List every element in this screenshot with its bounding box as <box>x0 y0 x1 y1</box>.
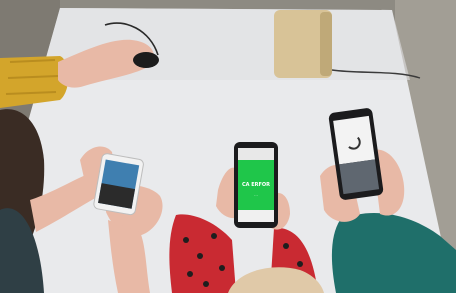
green-phone-topbar <box>238 148 274 160</box>
green-phone: CA ERFOR ... <box>234 142 278 228</box>
mouse-device <box>133 52 159 68</box>
green-phone-body-text: ... <box>254 192 258 197</box>
dark-phone-screen <box>333 115 375 165</box>
green-phone-heading: CA ERFOR <box>242 182 270 188</box>
green-phone-bottom <box>238 210 274 222</box>
white-phone <box>93 153 144 216</box>
scene-svg: CA ERFOR ... <box>0 0 456 293</box>
wooden-speaker-side <box>320 12 332 76</box>
photo-scene: CA ERFOR ... <box>0 0 456 293</box>
dark-phone-keyboard <box>339 159 380 195</box>
